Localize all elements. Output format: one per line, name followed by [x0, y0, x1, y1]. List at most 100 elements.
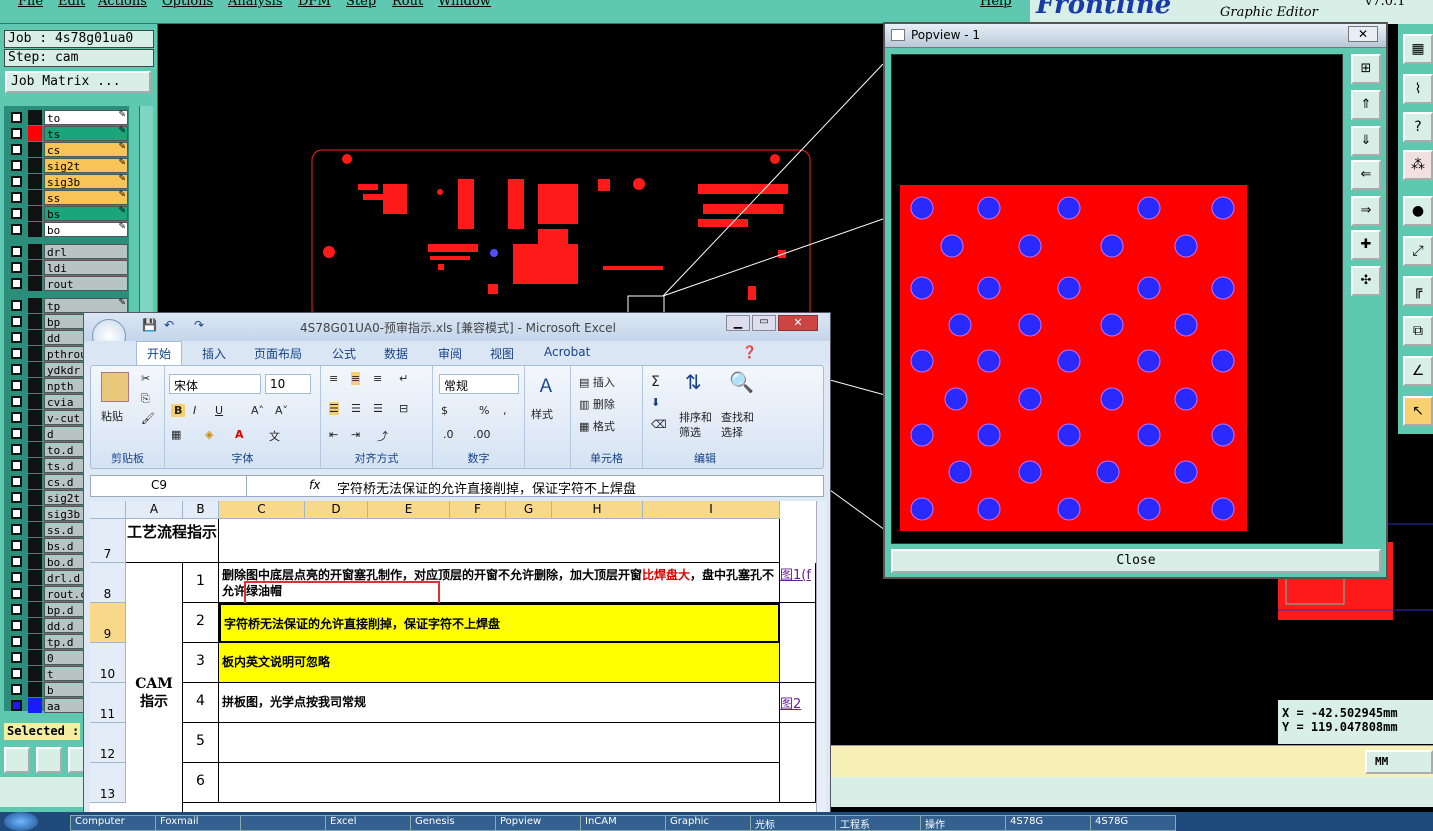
layer-item[interactable]: drl	[8, 244, 130, 259]
tab-page-layout[interactable]: 页面布局	[254, 345, 302, 362]
taskbar-item[interactable]: Popview	[495, 815, 581, 831]
layer-active-indicator[interactable]	[28, 174, 42, 189]
orientation-icon[interactable]: ⤴	[377, 428, 388, 444]
column-header[interactable]: H	[552, 501, 643, 519]
empty-cell[interactable]	[219, 519, 780, 563]
menu-help[interactable]: Help	[980, 0, 1012, 9]
empty-cell[interactable]	[780, 723, 816, 803]
item-number-cell[interactable]: 2	[183, 603, 219, 643]
layer-checkbox[interactable]	[11, 572, 22, 583]
column-header[interactable]: C	[219, 501, 305, 519]
phonetic-icon[interactable]: 文	[269, 428, 280, 444]
pcb-canvas[interactable]	[158, 24, 883, 314]
tab-home[interactable]: 开始	[136, 341, 183, 365]
components-icon[interactable]: ⧉	[1403, 316, 1433, 346]
layer-active-indicator[interactable]	[28, 474, 42, 489]
undo-icon[interactable]: ↶	[164, 318, 174, 332]
layer-checkbox[interactable]	[11, 278, 22, 289]
bold-button[interactable]: B	[171, 404, 186, 417]
pointer-tool-icon[interactable]: ↖	[1403, 396, 1433, 426]
layer-item[interactable]: rout	[8, 276, 130, 291]
layer-active-indicator[interactable]	[28, 142, 42, 157]
underline-button[interactable]: U	[215, 404, 223, 417]
taskbar-item[interactable]: 工程系	[835, 815, 921, 831]
layer-item[interactable]: cs ✎	[8, 142, 130, 157]
column-header[interactable]: F	[450, 501, 506, 519]
layer-name[interactable]: ldi	[44, 260, 128, 275]
layer-name[interactable]: bo	[44, 222, 128, 237]
layer-active-indicator[interactable]	[28, 554, 42, 569]
taskbar-item[interactable]: InCAM	[580, 815, 666, 831]
layer-checkbox[interactable]	[11, 668, 22, 679]
layer-active-indicator[interactable]	[28, 346, 42, 361]
sort-filter-icon[interactable]: ⇅	[685, 370, 702, 394]
pad-icon[interactable]: ●	[1403, 196, 1433, 226]
help-icon[interactable]: ❓	[742, 345, 757, 359]
border-icon[interactable]: ▦	[171, 428, 181, 441]
outdent-icon[interactable]: ⇥	[351, 428, 360, 441]
layer-checkbox[interactable]	[11, 112, 22, 123]
font-color-icon[interactable]: A	[235, 428, 244, 441]
layer-name[interactable]: to	[44, 110, 128, 125]
item-number-cell[interactable]: 6	[183, 763, 219, 803]
layer-checkbox[interactable]	[11, 444, 22, 455]
layer-active-indicator[interactable]	[28, 260, 42, 275]
menu-rout[interactable]: Rout	[392, 0, 423, 9]
tab-view[interactable]: 视图	[490, 345, 514, 362]
figure-link[interactable]: 图2	[780, 683, 816, 723]
item-number-cell[interactable]: 1	[183, 563, 219, 603]
pan-up-icon[interactable]: ⇑	[1351, 90, 1381, 120]
row-header[interactable]: 12	[90, 723, 126, 763]
tab-insert[interactable]: 插入	[202, 345, 226, 362]
column-header[interactable]: A	[126, 501, 183, 519]
find-select-icon[interactable]: 🔍	[729, 370, 754, 394]
layer-active-indicator[interactable]	[28, 378, 42, 393]
connect-icon[interactable]: ⤢	[1403, 236, 1433, 266]
layer-name[interactable]: sig2t	[44, 158, 128, 173]
delete-cells-button[interactable]: ▥ 删除	[579, 396, 615, 412]
layer-checkbox[interactable]	[11, 128, 22, 139]
layer-item[interactable]: ts ✎	[8, 126, 130, 141]
format-cells-button[interactable]: ▦ 格式	[579, 418, 615, 434]
clear-icon[interactable]: ⌫	[651, 418, 667, 431]
layer-active-indicator[interactable]	[28, 586, 42, 601]
zoom-tool-button[interactable]	[4, 747, 30, 773]
layer-name[interactable]: cs	[44, 142, 128, 157]
maximize-button[interactable]: ▭	[752, 315, 776, 331]
layer-checkbox[interactable]	[11, 208, 22, 219]
empty-cell[interactable]	[780, 603, 816, 683]
layer-name[interactable]: bs	[44, 206, 128, 221]
sort-filter-button[interactable]: 排序和 筛选	[679, 410, 712, 440]
column-header[interactable]: G	[506, 501, 552, 519]
layer-checkbox[interactable]	[11, 460, 22, 471]
measure-tool-button[interactable]	[36, 747, 62, 773]
decrease-decimal-icon[interactable]: .00	[473, 428, 491, 441]
layer-checkbox[interactable]	[11, 160, 22, 171]
taskbar-item[interactable]: Computer	[70, 815, 156, 831]
taskbar-item[interactable]: 光标	[750, 815, 836, 831]
layer-active-indicator[interactable]	[28, 126, 42, 141]
layer-active-indicator[interactable]	[28, 276, 42, 291]
layer-checkbox[interactable]	[11, 316, 22, 327]
layer-active-indicator[interactable]	[28, 442, 42, 457]
layer-item[interactable]: ldi	[8, 260, 130, 275]
merge-icon[interactable]: ⊟	[399, 402, 408, 415]
layer-checkbox[interactable]	[11, 300, 22, 311]
spreadsheet-grid[interactable]: A B C D E F G H I 7 8 9 10 11 12 13 工艺流程指示 CAM指示 1 2 3 4 5 6 删除图…	[90, 501, 826, 831]
layer-active-indicator[interactable]	[28, 426, 42, 441]
align-top-icon[interactable]: ≡	[329, 372, 338, 385]
instruction-cell[interactable]: 板内英文说明可忽略	[219, 643, 780, 683]
corner-select-all[interactable]	[90, 501, 126, 519]
insert-cells-button[interactable]: ▤ 插入	[579, 374, 615, 390]
taskbar-item[interactable]: Graphic	[665, 815, 751, 831]
minimize-button[interactable]: ▁	[726, 315, 750, 331]
layer-active-indicator[interactable]	[28, 206, 42, 221]
layer-active-indicator[interactable]	[28, 682, 42, 697]
cut-icon[interactable]: ✂	[141, 372, 150, 385]
pan-left-icon[interactable]: ⇐	[1351, 160, 1381, 190]
layer-checkbox[interactable]	[11, 684, 22, 695]
zoom-fit-icon[interactable]: ⊞	[1351, 54, 1381, 84]
layer-active-indicator[interactable]	[28, 458, 42, 473]
layer-active-indicator[interactable]	[28, 410, 42, 425]
align-center-icon[interactable]: ☰	[351, 402, 361, 415]
